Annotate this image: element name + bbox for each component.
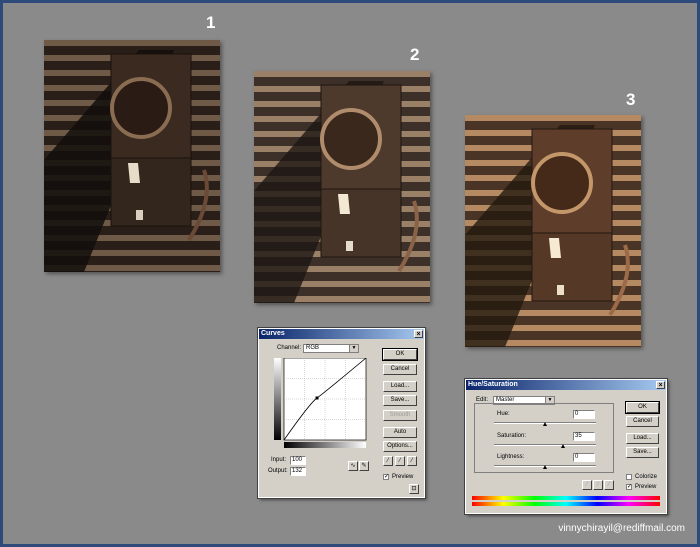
saturation-slider-thumb[interactable] <box>561 444 565 448</box>
curve-point-tool[interactable]: ∿ <box>348 461 358 471</box>
hue-label: Hue: <box>497 411 510 417</box>
eyedropper-minus-icon: ⁄ <box>608 482 610 488</box>
cancel-button[interactable]: Cancel <box>626 416 659 427</box>
load-button[interactable]: Load... <box>626 433 659 444</box>
hue-slider-thumb[interactable] <box>543 422 547 426</box>
options-button[interactable]: Options... <box>383 441 417 452</box>
subtract-eyedropper-tool[interactable]: ⁄ <box>604 480 614 490</box>
save-button[interactable]: Save... <box>626 447 659 458</box>
output-field[interactable]: 132 <box>290 467 306 476</box>
eyedropper-icon: ⁄ <box>399 458 401 464</box>
photo-2 <box>254 71 430 303</box>
checkmark-icon: ✓ <box>627 484 633 490</box>
load-button[interactable]: Load... <box>383 381 417 392</box>
ok-button[interactable]: OK <box>625 401 660 414</box>
gray-eyedropper[interactable]: ⁄ <box>395 456 405 466</box>
credit-text: vinnychirayil@rediffmail.com <box>558 523 685 534</box>
eyedropper-icon: ⁄ <box>411 458 413 464</box>
input-field[interactable]: 100 <box>290 456 306 465</box>
hue-sat-title-bar[interactable]: Hue/Saturation × <box>466 380 666 390</box>
black-eyedropper[interactable]: ⁄ <box>383 456 393 466</box>
lightness-slider-thumb[interactable] <box>543 465 547 469</box>
preview-label: Preview <box>392 474 414 480</box>
step-number-3: 3 <box>626 90 636 109</box>
cancel-button[interactable]: Cancel <box>383 364 417 375</box>
lightness-field[interactable]: 0 <box>573 453 595 462</box>
preview-label: Preview <box>635 484 657 490</box>
input-hue-bar <box>472 496 660 500</box>
channel-value: RGB <box>306 345 320 351</box>
add-eyedropper-tool[interactable]: ⁄ <box>593 480 603 490</box>
meter-box-image <box>44 40 220 272</box>
output-hue-bar <box>472 502 660 506</box>
hue-field[interactable]: 0 <box>573 410 595 419</box>
checkmark-icon: ✓ <box>384 474 390 480</box>
preview-checkbox[interactable]: ✓ <box>383 474 389 480</box>
chevron-down-icon: ▼ <box>349 345 358 352</box>
curve-icon: ∿ <box>350 463 356 469</box>
ok-button[interactable]: OK <box>382 348 418 361</box>
eyedropper-tool[interactable]: ⁄ <box>582 480 592 490</box>
colorize-checkbox[interactable] <box>626 474 632 480</box>
hue-saturation-dialog: Hue/Saturation × Edit: Master ▼ Hue: 0 S… <box>464 378 668 515</box>
saturation-field[interactable]: 35 <box>573 432 595 441</box>
expand-button[interactable]: ⊡ <box>409 484 419 494</box>
save-button[interactable]: Save... <box>383 395 417 406</box>
auto-button[interactable]: Auto <box>383 427 417 438</box>
pencil-icon: ✎ <box>361 463 367 469</box>
step-number-1: 1 <box>206 13 216 32</box>
pencil-tool[interactable]: ✎ <box>359 461 369 471</box>
channel-label: Channel: <box>277 345 302 351</box>
photo-3 <box>465 115 641 347</box>
canvas: 1 2 3 Curves × Channel: RGB ▼ Input: 100… <box>0 0 700 547</box>
saturation-slider[interactable] <box>494 444 596 446</box>
curves-title-bar[interactable]: Curves × <box>259 329 424 339</box>
input-label: Input: <box>271 457 287 463</box>
output-label: Output: <box>268 468 288 474</box>
photo-1 <box>44 40 220 272</box>
eyedropper-icon: ⁄ <box>387 458 389 464</box>
smooth-button[interactable]: Smooth <box>383 410 417 421</box>
preview-checkbox[interactable]: ✓ <box>626 484 632 490</box>
lightness-label: Lightness: <box>497 454 525 460</box>
eyedropper-plus-icon: ⁄ <box>597 482 599 488</box>
channel-select[interactable]: RGB ▼ <box>303 344 359 353</box>
white-eyedropper[interactable]: ⁄ <box>407 456 417 466</box>
meter-box-image <box>254 71 430 303</box>
curves-title: Curves <box>261 330 285 337</box>
curves-close-button[interactable]: × <box>414 330 423 338</box>
hue-sat-close-button[interactable]: × <box>656 381 665 389</box>
step-number-2: 2 <box>410 45 420 64</box>
curves-dialog: Curves × Channel: RGB ▼ Input: 100 Outpu… <box>257 327 426 499</box>
colorize-label: Colorize <box>635 474 658 480</box>
expand-icon: ⊡ <box>411 486 417 492</box>
meter-box-image <box>465 115 641 347</box>
hue-sat-title: Hue/Saturation <box>468 381 518 388</box>
curve-graph[interactable] <box>274 358 372 450</box>
eyedropper-icon: ⁄ <box>586 482 588 488</box>
saturation-label: Saturation: <box>497 433 527 439</box>
